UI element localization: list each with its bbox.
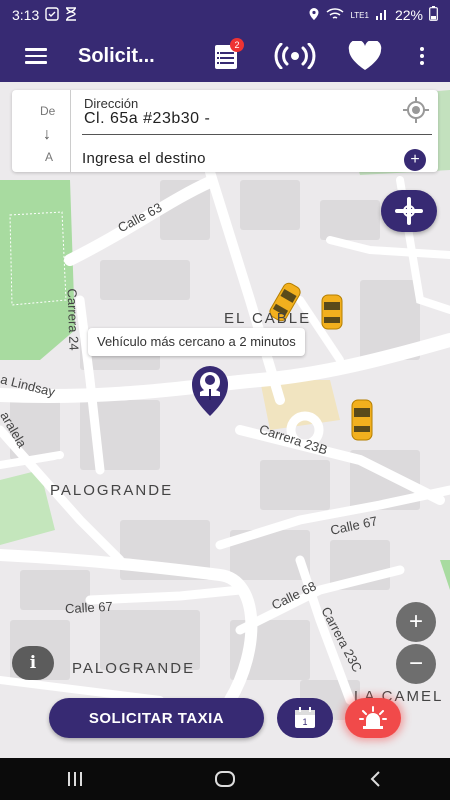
origin-address-field[interactable]: Cl. 65a #23b30 -: [84, 110, 210, 128]
map-view[interactable]: Calle 63 Carrera 24 a Lindsay aralela Ca…: [0, 82, 450, 758]
destination-field[interactable]: Ingresa el destino: [82, 150, 206, 167]
from-label: De: [40, 104, 56, 118]
schedule-button[interactable]: 1: [277, 698, 333, 738]
add-stop-button[interactable]: [381, 190, 437, 232]
taxi-marker: [351, 399, 373, 441]
orders-badge: 2: [230, 38, 244, 52]
street-label: Carrera 24: [64, 288, 82, 351]
battery-icon: [429, 6, 438, 24]
panic-alarm-button[interactable]: [345, 698, 401, 738]
favorites-button[interactable]: [345, 36, 385, 76]
zoom-in-button[interactable]: +: [396, 602, 436, 642]
page-title: Solicit...: [78, 44, 155, 67]
taxi-marker: [321, 294, 343, 330]
broadcast-icon: [274, 43, 316, 69]
street-label: Calle 67: [64, 598, 114, 617]
zoom-out-button[interactable]: −: [396, 644, 436, 684]
siren-icon: [359, 706, 387, 729]
area-label: EL CABLE: [224, 310, 312, 327]
network-label: LTE1: [350, 10, 369, 20]
more-vert-icon[interactable]: [402, 36, 442, 76]
to-label: A: [45, 150, 54, 164]
location-icon: [308, 7, 320, 24]
app-bar: Solicit... 2: [0, 30, 450, 82]
heart-icon: [348, 41, 382, 70]
divider: [82, 134, 432, 135]
address-card: De ↓ A Dirección Cl. 65a #23b30 - Ingres…: [12, 90, 438, 172]
nearest-vehicle-tooltip: Vehículo más cercano a 2 minutos: [88, 328, 305, 356]
home-button[interactable]: [195, 764, 255, 794]
back-button[interactable]: [345, 764, 405, 794]
info-button[interactable]: i: [12, 646, 54, 680]
recent-apps-button[interactable]: [45, 764, 105, 794]
add-destination-button[interactable]: +: [404, 149, 426, 171]
orders-button[interactable]: 2: [206, 36, 246, 76]
map-canvas[interactable]: [0, 82, 450, 758]
system-nav-bar: [0, 758, 450, 800]
menu-icon[interactable]: [12, 32, 60, 80]
plus-icon: [395, 197, 423, 225]
arrow-down-icon: ↓: [43, 126, 51, 143]
clock: 3:13: [12, 7, 40, 23]
request-taxi-button[interactable]: SOLICITAR TAXIA: [49, 698, 264, 738]
battery-percent: 22%: [394, 7, 423, 23]
area-label: PALOGRANDE: [72, 660, 196, 677]
divider: [70, 90, 71, 172]
notification-icon: [45, 6, 59, 24]
area-label: PALOGRANDE: [50, 482, 174, 499]
direction-label: Dirección: [84, 96, 139, 111]
my-location-icon[interactable]: [402, 96, 430, 124]
calendar-icon: 1: [295, 707, 315, 728]
signal-icon: [375, 7, 389, 24]
status-bar: 3:13 LTE1 22%: [0, 0, 450, 30]
calendar-day: 1: [302, 717, 307, 727]
wifi-icon: [326, 7, 344, 24]
broadcast-button[interactable]: [270, 36, 320, 76]
hourglass-icon: [65, 6, 77, 24]
